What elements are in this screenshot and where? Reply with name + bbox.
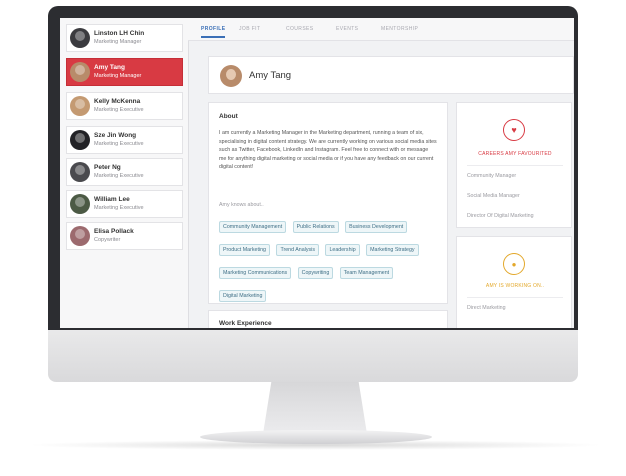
profile-name: Amy Tang xyxy=(249,70,292,81)
people-sidebar: Linston LH Chin Marketing Manager Amy Ta… xyxy=(60,18,189,328)
person-name: Sze Jin Wong xyxy=(94,132,137,139)
skill-tag[interactable]: Trend Analysis xyxy=(276,244,319,256)
careers-favourited-card: ♥ CAREERS AMY FAVOURITED Community Manag… xyxy=(456,102,572,228)
avatar xyxy=(70,96,90,116)
sidebar-person-linston[interactable]: Linston LH Chin Marketing Manager xyxy=(66,24,183,52)
profile-tabs: PROFILE JOB FIT COURSES EVENTS MENTORSHI… xyxy=(188,18,574,41)
careers-favourited-heading: CAREERS AMY FAVOURITED xyxy=(478,151,552,157)
skill-tag[interactable]: Team Management xyxy=(339,267,394,279)
profile-header-card: Amy Tang xyxy=(208,56,574,94)
person-role: Marketing Executive xyxy=(94,205,144,211)
tab-events[interactable]: EVENTS xyxy=(336,26,358,32)
person-role: Marketing Executive xyxy=(94,173,144,179)
person-role: Copywriter xyxy=(94,237,121,243)
knows-about-label: Amy knows about.. xyxy=(219,202,264,208)
favourite-career-item[interactable]: Social Media Manager xyxy=(467,193,520,199)
skill-tag[interactable]: Digital Marketing xyxy=(219,290,267,302)
divider xyxy=(467,165,563,166)
tab-profile[interactable]: PROFILE xyxy=(201,26,226,38)
about-text: I am currently a Marketing Manager in th… xyxy=(219,130,437,171)
about-card: About I am currently a Marketing Manager… xyxy=(208,102,448,304)
heart-icon: ♥ xyxy=(503,119,525,141)
skill-tag[interactable]: Business Development xyxy=(345,221,408,233)
avatar xyxy=(70,28,90,48)
sidebar-person-peter[interactable]: Peter Ng Marketing Executive xyxy=(66,158,183,186)
skill-tag[interactable]: Copywriting xyxy=(297,267,334,279)
skill-tag[interactable]: Product Marketing xyxy=(219,244,270,256)
tab-mentorship[interactable]: MENTORSHIP xyxy=(381,26,418,32)
tab-job-fit[interactable]: JOB FIT xyxy=(239,26,260,32)
working-on-item[interactable]: Direct Marketing xyxy=(467,305,506,311)
avatar xyxy=(70,194,90,214)
skill-tag[interactable]: Community Management xyxy=(219,221,287,233)
skill-tag[interactable]: Marketing Strategy xyxy=(366,244,419,256)
avatar xyxy=(70,162,90,182)
sidebar-person-sze-jin[interactable]: Sze Jin Wong Marketing Executive xyxy=(66,126,183,154)
person-role: Marketing Manager xyxy=(94,73,142,79)
screen: Linston LH Chin Marketing Manager Amy Ta… xyxy=(60,18,574,328)
working-on-card: ● AMY IS WORKING ON.. Direct Marketing xyxy=(456,236,572,328)
work-experience-card: Work Experience xyxy=(208,310,448,328)
person-name: Amy Tang xyxy=(94,64,125,71)
sidebar-person-kelly[interactable]: Kelly McKenna Marketing Executive xyxy=(66,92,183,120)
person-name: Linston LH Chin xyxy=(94,30,145,37)
monitor-stand-neck xyxy=(263,382,367,434)
skill-tag[interactable]: Leadership xyxy=(325,244,360,256)
sidebar-person-elisa[interactable]: Elisa Pollack Copywriter xyxy=(66,222,183,250)
person-role: Marketing Executive xyxy=(94,141,144,147)
tab-courses[interactable]: COURSES xyxy=(286,26,314,32)
avatar xyxy=(70,130,90,150)
work-experience-title: Work Experience xyxy=(219,320,272,327)
person-name: Kelly McKenna xyxy=(94,98,141,105)
profile-avatar xyxy=(220,65,242,87)
skill-tags: Community Management Public Relations Bu… xyxy=(219,215,439,307)
avatar xyxy=(70,226,90,246)
favourite-career-item[interactable]: Community Manager xyxy=(467,173,516,179)
divider xyxy=(467,297,563,298)
sidebar-person-amy[interactable]: Amy Tang Marketing Manager xyxy=(66,58,183,86)
about-title: About xyxy=(219,113,238,120)
person-name: Elisa Pollack xyxy=(94,228,134,235)
coin-icon: ● xyxy=(503,253,525,275)
sidebar-person-william[interactable]: William Lee Marketing Executive xyxy=(66,190,183,218)
avatar xyxy=(70,62,90,82)
monitor-stand-base xyxy=(200,430,432,444)
monitor-chin xyxy=(48,330,578,382)
person-name: William Lee xyxy=(94,196,130,203)
skill-tag[interactable]: Public Relations xyxy=(292,221,339,233)
favourite-career-item[interactable]: Director Of Digital Marketing xyxy=(467,213,534,219)
skill-tag[interactable]: Marketing Communications xyxy=(219,267,292,279)
person-name: Peter Ng xyxy=(94,164,121,171)
working-on-heading: AMY IS WORKING ON.. xyxy=(485,283,545,289)
person-role: Marketing Manager xyxy=(94,39,142,45)
person-role: Marketing Executive xyxy=(94,107,144,113)
